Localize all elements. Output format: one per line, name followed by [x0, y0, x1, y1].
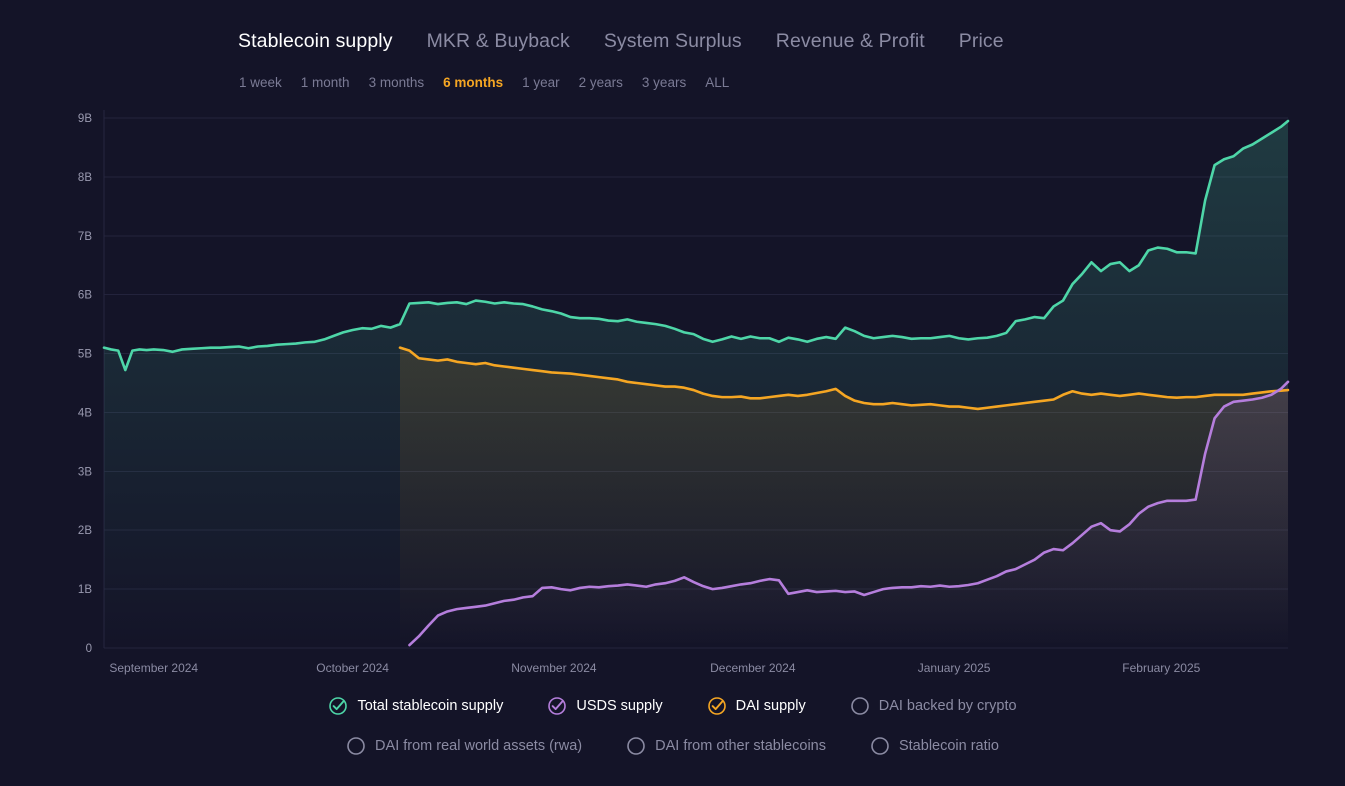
check-circle-icon: [707, 697, 726, 715]
tab-price[interactable]: Price: [959, 31, 1004, 52]
legend-row-secondary: DAI from real world assets (rwa) DAI from…: [0, 726, 1345, 766]
legend-item-label: DAI from other stablecoins: [655, 737, 826, 754]
tab-stablecoin-supply[interactable]: Stablecoin supply: [238, 31, 393, 52]
svg-text:0: 0: [86, 643, 92, 655]
chart-area-fills: [104, 120, 1289, 648]
legend-item-label: Total stablecoin supply: [357, 697, 504, 714]
tab-system-surplus[interactable]: System Surplus: [604, 31, 742, 52]
range-3-years[interactable]: 3 years: [642, 76, 686, 90]
svg-text:September 2024: September 2024: [109, 661, 198, 675]
svg-text:October 2024: October 2024: [316, 661, 389, 675]
range-all[interactable]: ALL: [705, 76, 729, 90]
check-circle-icon: [329, 697, 348, 715]
empty-circle-icon: [871, 737, 889, 755]
svg-text:3B: 3B: [78, 466, 92, 478]
tab-mkr-buyback[interactable]: MKR & Buyback: [427, 31, 570, 52]
range-1-year[interactable]: 1 year: [522, 76, 560, 90]
svg-text:February 2025: February 2025: [1122, 661, 1200, 675]
range-1-week[interactable]: 1 week: [239, 76, 282, 90]
svg-text:January 2025: January 2025: [918, 661, 991, 675]
chart-container[interactable]: 0 1B 2B 3B 4B 5B 6B 7B 8B 9B September 2024 Octobe…: [0, 100, 1345, 680]
legend-item-dai-from-other-stablecoins[interactable]: DAI from other stablecoins: [626, 736, 826, 756]
svg-text:November 2024: November 2024: [511, 661, 597, 675]
stablecoin-supply-line-chart[interactable]: 0 1B 2B 3B 4B 5B 6B 7B 8B 9B September 2024 Octobe…: [0, 100, 1345, 680]
range-3-months[interactable]: 3 months: [369, 76, 425, 90]
svg-text:6B: 6B: [78, 290, 92, 302]
legend-item-label: DAI supply: [735, 697, 806, 714]
time-range-selector: 1 week 1 month 3 months 6 months 1 year …: [239, 76, 729, 90]
legend-item-label: Stablecoin ratio: [898, 737, 999, 754]
empty-circle-icon: [347, 737, 365, 755]
legend-item-dai-backed-by-crypto[interactable]: DAI backed by crypto: [850, 696, 1017, 716]
stablecoin-supply-dashboard: Stablecoin supply MKR & Buyback System S…: [0, 0, 1345, 786]
check-circle-icon: [548, 697, 567, 715]
x-axis-labels: September 2024 October 2024 November 2024 D…: [109, 661, 1200, 675]
svg-text:4B: 4B: [78, 407, 92, 419]
y-axis-labels: 0 1B 2B 3B 4B 5B 6B 7B 8B 9B: [78, 113, 92, 655]
chart-tab-bar: Stablecoin supply MKR & Buyback System S…: [238, 31, 1004, 52]
chart-legend: Total stablecoin supply USDS supply DAI su…: [0, 686, 1345, 766]
svg-text:1B: 1B: [78, 584, 92, 596]
legend-item-label: DAI from real world assets (rwa): [375, 737, 583, 754]
legend-item-label: DAI backed by crypto: [878, 697, 1017, 714]
svg-text:7B: 7B: [78, 231, 92, 243]
empty-circle-icon: [850, 697, 869, 715]
legend-item-usds-supply[interactable]: USDS supply: [547, 696, 663, 716]
svg-text:9B: 9B: [78, 113, 92, 125]
range-1-month[interactable]: 1 month: [301, 76, 350, 90]
legend-row-primary: Total stablecoin supply USDS supply DAI su…: [0, 686, 1345, 726]
range-2-years[interactable]: 2 years: [579, 76, 623, 90]
legend-item-dai-supply[interactable]: DAI supply: [707, 696, 806, 716]
legend-item-label: USDS supply: [576, 697, 663, 714]
tab-revenue-profit[interactable]: Revenue & Profit: [776, 31, 925, 52]
svg-text:8B: 8B: [78, 172, 92, 184]
svg-text:2B: 2B: [78, 525, 92, 537]
legend-item-total-stablecoin-supply[interactable]: Total stablecoin supply: [328, 696, 503, 716]
svg-text:5B: 5B: [78, 349, 92, 361]
empty-circle-icon: [627, 737, 645, 755]
legend-item-stablecoin-ratio[interactable]: Stablecoin ratio: [870, 736, 999, 756]
legend-item-dai-from-real-world-assets-rwa[interactable]: DAI from real world assets (rwa): [346, 736, 582, 756]
svg-text:December 2024: December 2024: [710, 661, 796, 675]
range-6-months[interactable]: 6 months: [443, 76, 503, 90]
